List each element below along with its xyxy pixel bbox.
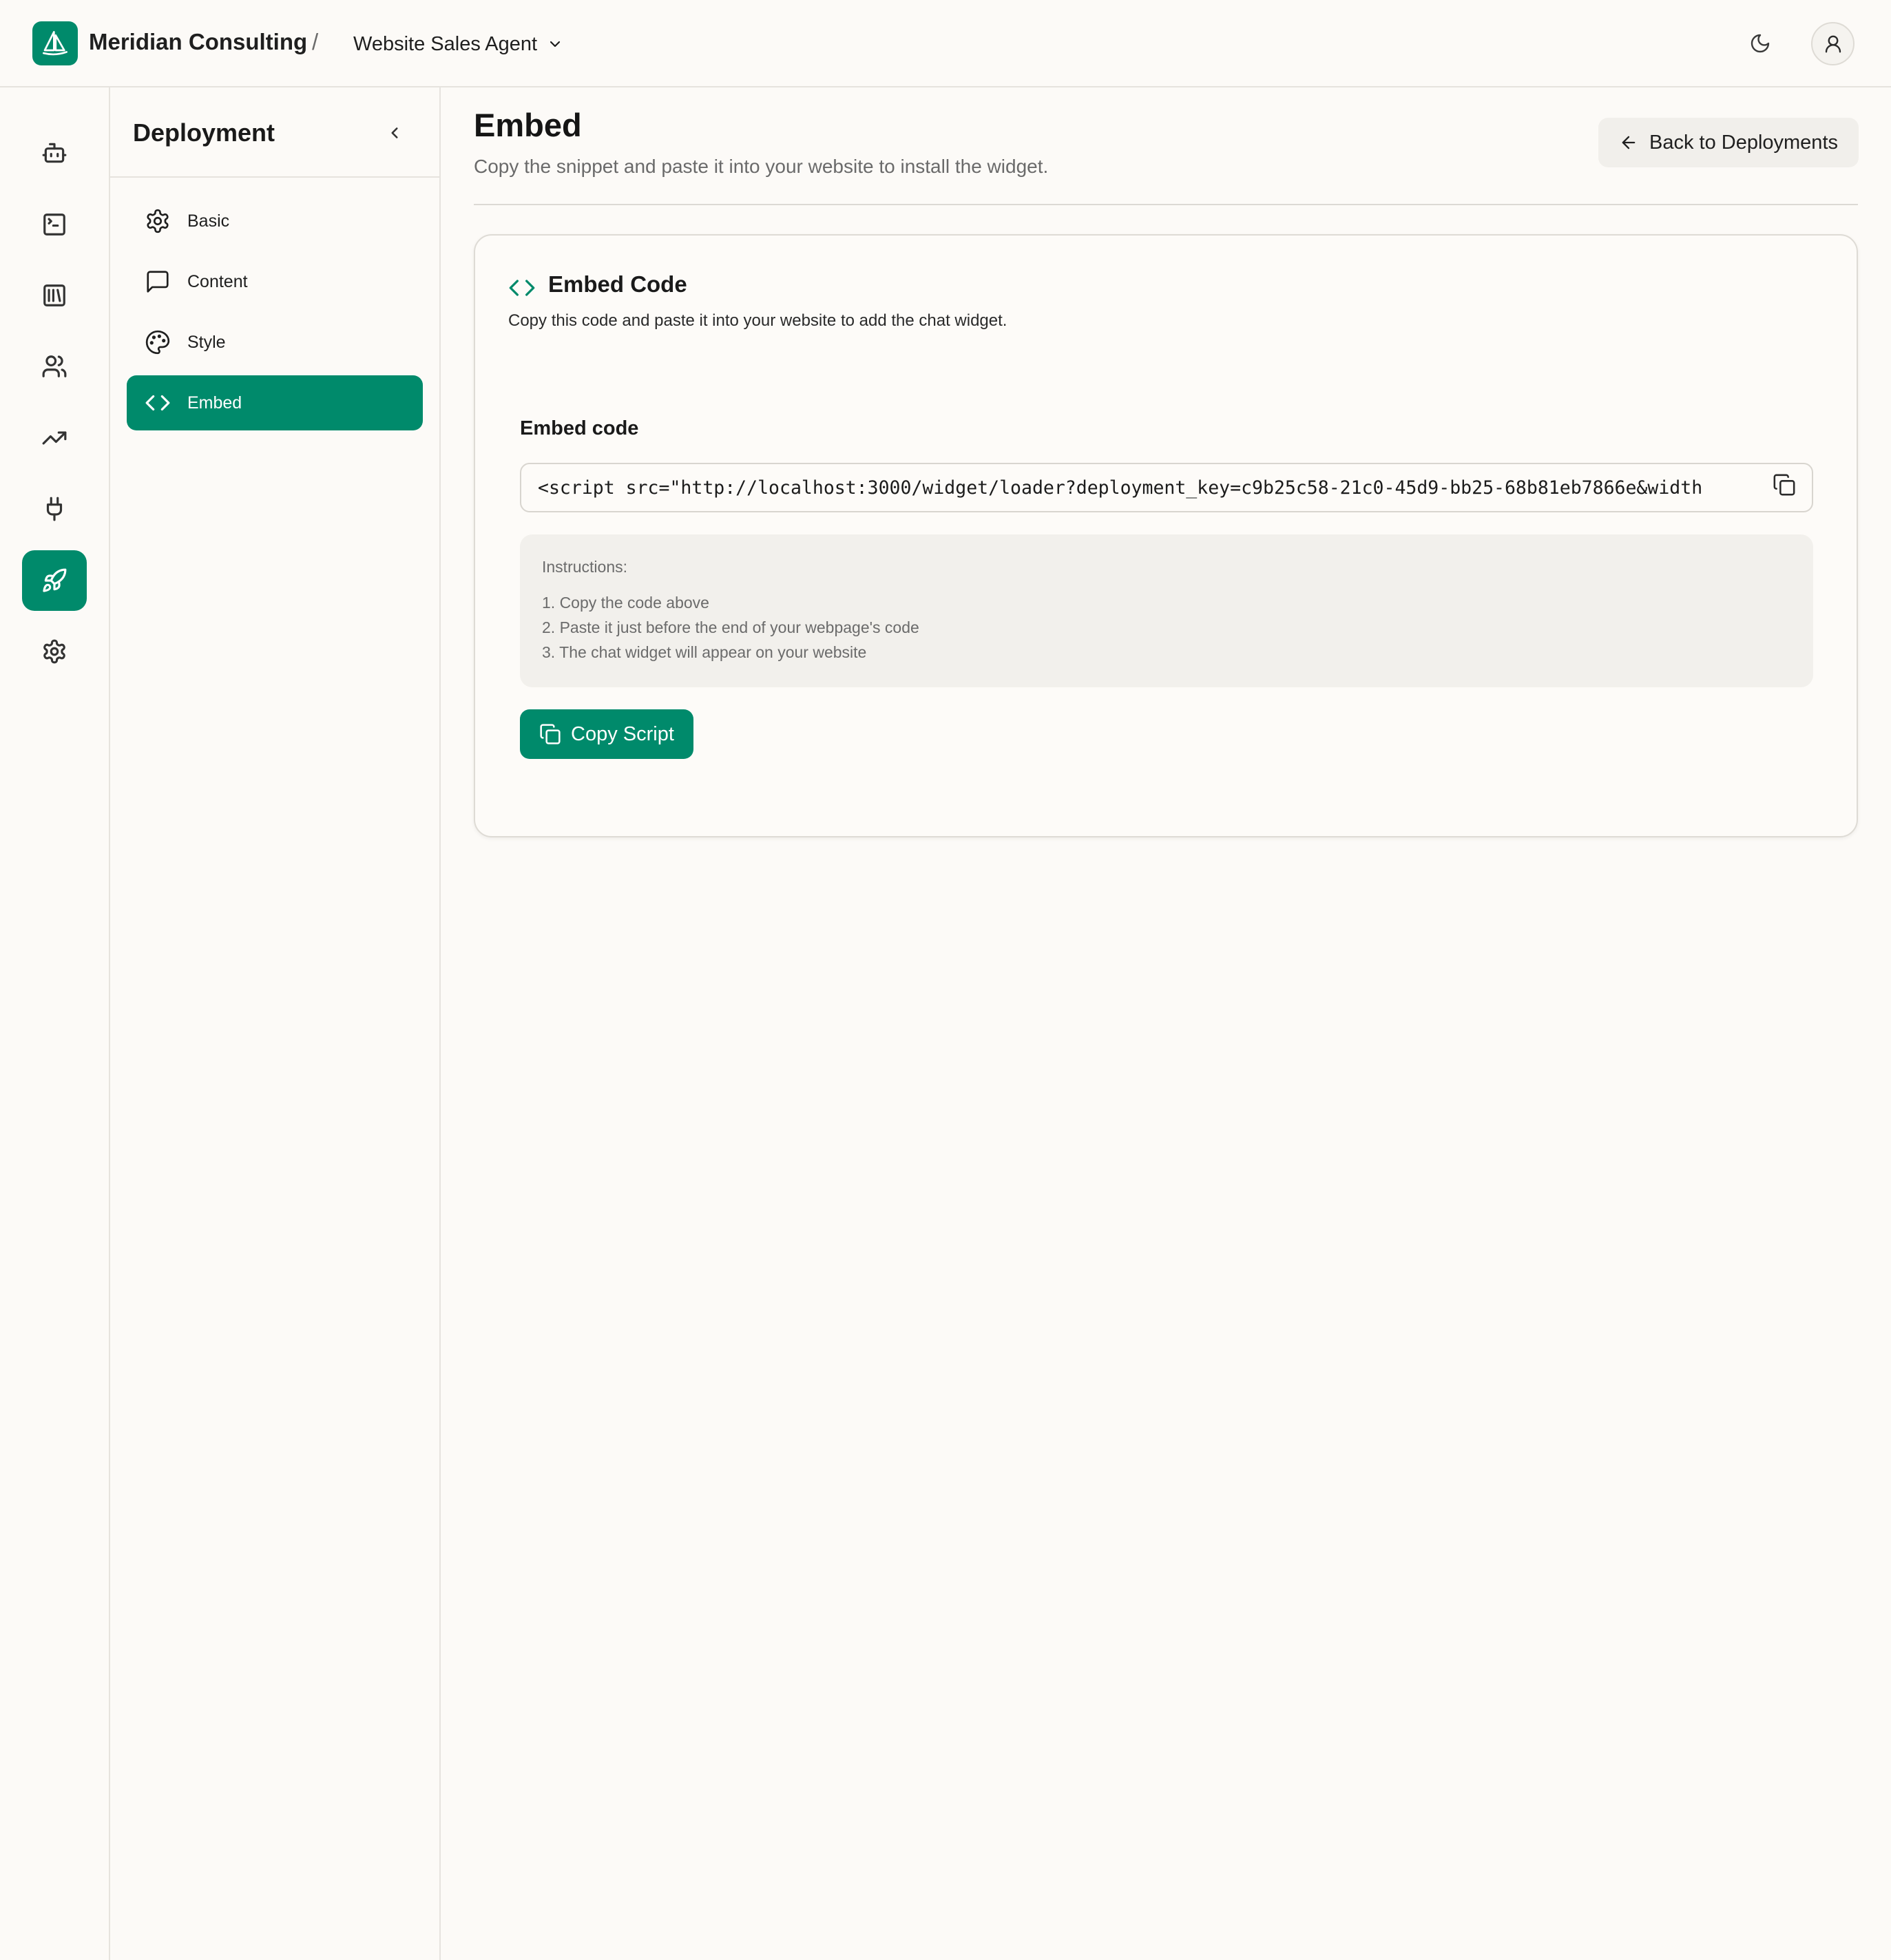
subnav-item-content[interactable]: Content [127, 254, 423, 309]
rail-item-integrations[interactable] [22, 479, 87, 539]
message-square-icon [143, 267, 172, 296]
bot-icon [41, 140, 67, 166]
subnav-item-label: Content [187, 271, 248, 291]
rail-item-console[interactable] [22, 194, 87, 255]
library-icon [41, 282, 67, 309]
subnav-item-label: Basic [187, 211, 230, 231]
copy-script-label: Copy Script [571, 722, 674, 745]
rocket-icon [41, 567, 67, 594]
subnav-item-embed[interactable]: Embed [127, 375, 423, 430]
copy-script-button[interactable]: Copy Script [520, 709, 693, 759]
sailboat-logo-icon[interactable] [32, 21, 78, 65]
subnav-title: Deployment [133, 118, 275, 147]
subnav-item-label: Style [187, 332, 226, 352]
subnav-item-style[interactable]: Style [127, 315, 423, 370]
top-bar: Meridian Consulting / Website Sales Agen… [0, 0, 1891, 87]
arrow-left-icon [1619, 133, 1638, 152]
rail-item-deployment[interactable] [22, 550, 87, 611]
terminal-icon [41, 211, 67, 238]
rail-item-users[interactable] [22, 336, 87, 397]
embed-code-label: Embed code [520, 417, 639, 439]
instructions-box: Instructions: 1. Copy the code above 2. … [520, 534, 1813, 687]
header-divider [474, 204, 1858, 205]
icon-rail [0, 87, 110, 1960]
users-icon [41, 353, 67, 379]
embed-code-text[interactable]: <script src="http://localhost:3000/widge… [538, 477, 1764, 499]
chevron-down-icon [547, 36, 563, 52]
user-icon [1823, 34, 1843, 54]
subnav-header: Deployment [110, 87, 439, 178]
subnav-item-label: Embed [187, 393, 242, 413]
trending-up-icon [41, 425, 67, 451]
copy-icon [539, 723, 561, 745]
copy-icon[interactable] [1770, 471, 1798, 499]
card-description: Copy this code and paste it into your we… [508, 311, 1007, 330]
user-avatar[interactable] [1811, 22, 1855, 65]
agent-name: Website Sales Agent [353, 32, 538, 55]
settings-icon [41, 638, 67, 665]
instruction-step: 2. Paste it just before the end of your … [542, 618, 919, 636]
embed-code-card: Embed Code Copy this code and paste it i… [474, 234, 1858, 837]
back-button-label: Back to Deployments [1649, 131, 1838, 154]
code-icon [508, 274, 536, 302]
back-to-deployments-button[interactable]: Back to Deployments [1598, 118, 1859, 167]
page-title: Embed [474, 107, 582, 143]
org-name[interactable]: Meridian Consulting [89, 29, 307, 55]
instruction-step: 3. The chat widget will appear on your w… [542, 643, 867, 661]
palette-icon [143, 328, 172, 357]
deployment-subnav: Deployment Basic Content Style Embed [110, 87, 441, 1960]
moon-icon[interactable] [1744, 28, 1776, 59]
instruction-step: 1. Copy the code above [542, 594, 709, 612]
chevron-left-icon[interactable] [381, 119, 408, 147]
page-subtitle: Copy the snippet and paste it into your … [474, 156, 1049, 177]
code-icon [143, 388, 172, 417]
card-title: Embed Code [548, 271, 687, 297]
plug-icon [41, 496, 67, 522]
rail-item-settings[interactable] [22, 621, 87, 682]
agent-selector[interactable]: Website Sales Agent [353, 30, 563, 58]
embed-code-field[interactable]: <script src="http://localhost:3000/widge… [520, 463, 1813, 512]
breadcrumb-separator: / [312, 29, 319, 54]
settings-icon [143, 207, 172, 236]
rail-item-analytics[interactable] [22, 408, 87, 468]
subnav-item-basic[interactable]: Basic [127, 194, 423, 249]
rail-item-library[interactable] [22, 265, 87, 326]
rail-item-agents[interactable] [22, 123, 87, 183]
instructions-title: Instructions: [542, 558, 627, 576]
